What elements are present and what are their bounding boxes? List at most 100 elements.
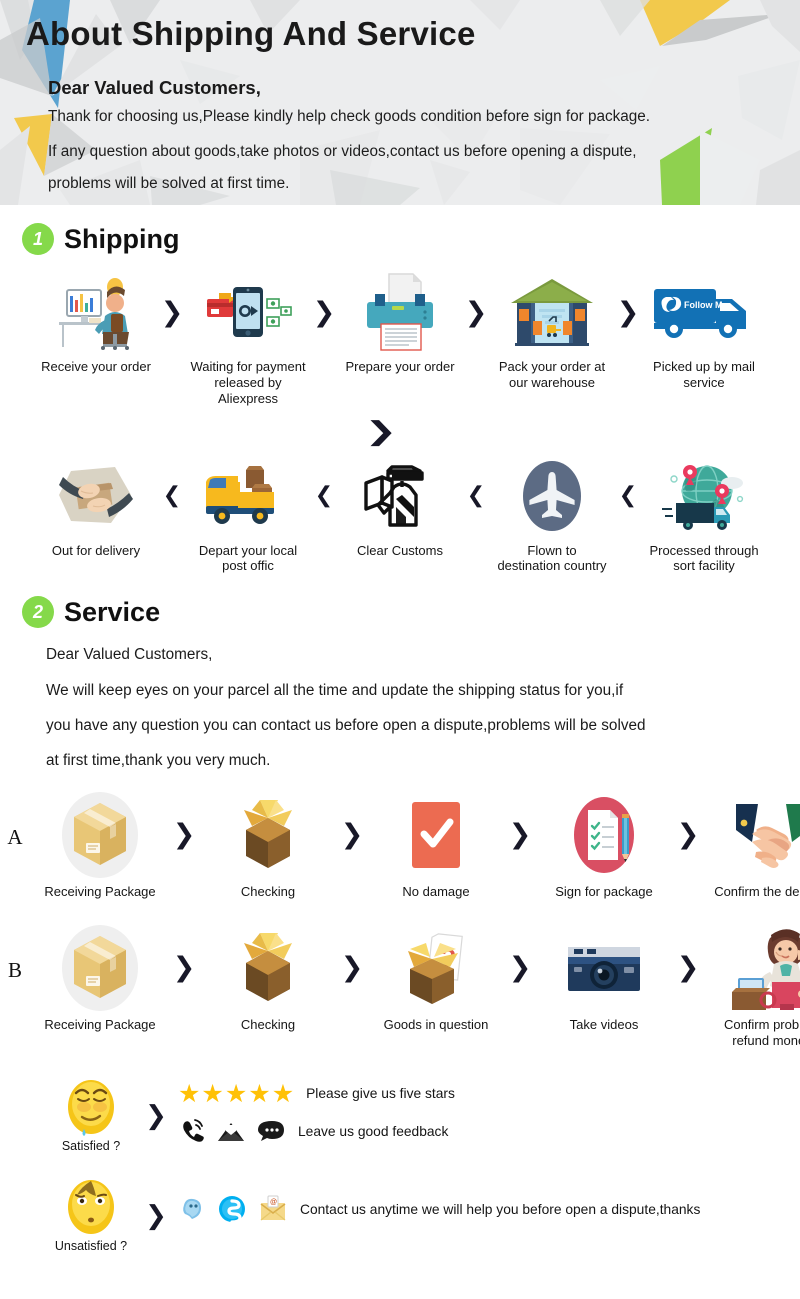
five-stars-row: ★ ★ ★ ★ ★ Please give us five stars xyxy=(178,1081,800,1106)
flow-chevron-right-icon: ❯ xyxy=(464,296,488,328)
camera-icon xyxy=(562,924,646,1012)
service-step-label: Goods in question xyxy=(383,1016,489,1032)
shipping-step-label: Picked up by mail service xyxy=(653,359,755,390)
service-step-label: Checking xyxy=(240,883,296,899)
email-at-icon[interactable]: @ xyxy=(258,1195,288,1223)
shipping-step-label: Depart your local post offic xyxy=(198,542,298,574)
contact-icon-group xyxy=(178,1118,286,1144)
warehouse-icon xyxy=(509,271,595,353)
header-paragraph-line-1: Thank for choosing us,Please kindly help… xyxy=(48,107,651,125)
airplane-icon xyxy=(513,455,591,537)
service-a-step-no-damage: No damage xyxy=(366,791,506,900)
customs-officer-icon xyxy=(362,455,438,537)
trademanager-icon[interactable] xyxy=(178,1196,206,1222)
service-paragraph-line-2: you have any question you can contact us… xyxy=(46,716,646,734)
phone-payment-icon xyxy=(203,271,293,353)
shipping-flow-row-1: Receive your order ❯ Waiting for payment… xyxy=(0,271,800,407)
shipping-step-out-for-delivery: Out for delivery xyxy=(34,455,158,559)
service-b-step-goods-in-question: ? Goods in question xyxy=(366,924,506,1033)
shipping-step-label: Waiting for payment released by Aliexpre… xyxy=(190,359,306,406)
satisfied-emoji-column: Satisfied ? xyxy=(48,1075,134,1153)
service-b-step-receiving-package: Receiving Package xyxy=(30,924,170,1033)
shipping-step-label: Pack your order at our warehouse xyxy=(498,359,606,390)
person-at-computer-icon xyxy=(53,271,139,353)
feedback-row-satisfied: Satisfied ? ❯ ★ ★ ★ ★ ★ Please give us f… xyxy=(0,1075,800,1153)
flow-chevron-right-icon: ❯ xyxy=(172,952,196,984)
section-badge-1: 1 xyxy=(22,223,54,255)
service-a-step-receiving-package: Receiving Package xyxy=(30,791,170,900)
svg-text:@: @ xyxy=(270,1199,277,1206)
flow-chevron-right-icon: ❯ xyxy=(145,1101,167,1132)
flow-chevron-left-icon: ❮ xyxy=(162,483,182,509)
flow-chevron-right-icon: ❯ xyxy=(145,1201,167,1232)
delivery-truck-follow-me-icon: Follow Me xyxy=(650,271,758,353)
service-step-label: Confirm the delivery xyxy=(714,883,800,899)
header-salutation: Dear Valued Customers, xyxy=(48,76,261,98)
star-icon[interactable]: ★ xyxy=(248,1081,270,1106)
star-icon[interactable]: ★ xyxy=(225,1081,247,1106)
shipping-step-label: Clear Customs xyxy=(357,542,443,558)
service-a-step-checking: Checking xyxy=(198,791,338,900)
shipping-step-label: Out for delivery xyxy=(51,542,141,558)
skype-icon[interactable] xyxy=(218,1195,246,1224)
header-paragraph-line-2: If any question about goods,take photos … xyxy=(48,142,637,160)
satisfied-actions: ★ ★ ★ ★ ★ Please give us five stars Leav… xyxy=(178,1075,800,1144)
service-salutation: Dear Valued Customers, xyxy=(46,646,213,664)
question-box-icon: ? xyxy=(390,924,482,1012)
service-b-step-confirm-refund: Confirm problem refund money xyxy=(702,924,800,1050)
service-a-step-sign-for-package: Sign for package xyxy=(534,791,674,900)
header-paragraph-line-3: problems will be solved at first time. xyxy=(48,174,290,192)
flow-chevron-right-icon: ❯ xyxy=(616,296,640,328)
speech-bubble-icon[interactable] xyxy=(258,1119,286,1143)
service-step-label: Checking xyxy=(240,1016,296,1032)
unsatisfied-caption: Unsatisfied ? xyxy=(54,1239,128,1254)
unsatisfied-face-icon xyxy=(68,1180,114,1235)
service-flow-row-b: B Receiving Package ❯ Checking ❯ Goods i… xyxy=(0,924,800,1050)
flow-chevron-right-icon: ❯ xyxy=(676,952,700,984)
checkmark-icon xyxy=(401,791,471,879)
flow-chevron-right-icon: ❯ xyxy=(340,952,364,984)
flow-direction-down-arrow: ❯ xyxy=(0,419,800,445)
shipping-step-label: Prepare your order xyxy=(345,359,455,374)
star-icon[interactable]: ★ xyxy=(201,1081,223,1106)
phone-ringing-icon[interactable] xyxy=(178,1118,204,1144)
service-step-label: Take videos xyxy=(569,1016,639,1032)
star-icon[interactable]: ★ xyxy=(178,1081,200,1106)
flow-chevron-right-icon: ❯ xyxy=(676,819,700,851)
shipping-step-waiting-payment: Waiting for payment released by Aliexpre… xyxy=(186,271,310,407)
satisfied-caption: Satisfied ? xyxy=(61,1139,121,1154)
service-a-step-confirm-delivery: Confirm the delivery xyxy=(702,791,800,900)
five-stars-label: Please give us five stars xyxy=(306,1086,455,1102)
open-box-icon xyxy=(226,791,310,879)
star-icon[interactable]: ★ xyxy=(272,1081,294,1106)
service-b-step-checking: Checking xyxy=(198,924,338,1033)
service-b-step-take-videos: Take videos xyxy=(534,924,674,1033)
section-title-service: Service xyxy=(64,596,161,627)
envelope-icon[interactable] xyxy=(216,1119,246,1143)
service-flow-row-a: A Receiving Package ❯ Checking ❯ No dama… xyxy=(0,791,800,900)
feedback-row-unsatisfied: Unsatisfied ? ❯ @ Contact us anytime we … xyxy=(0,1175,800,1253)
flow-chevron-right-icon: ❯ xyxy=(508,819,532,851)
package-box-icon xyxy=(50,791,150,879)
flow-chevron-right-icon: ❯ xyxy=(508,952,532,984)
shipping-step-sort-facility: Processed through sort facility xyxy=(642,455,766,575)
customer-service-agent-icon xyxy=(724,924,800,1012)
shipping-step-flown-destination: Flown to destination country xyxy=(490,455,614,575)
flow-chevron-left-icon: ❮ xyxy=(314,483,334,509)
section-title-shipping: Shipping xyxy=(64,223,180,254)
shipping-step-prepare-order: Prepare your order xyxy=(338,271,462,375)
star-rating[interactable]: ★ ★ ★ ★ ★ xyxy=(178,1081,294,1106)
flow-chevron-left-icon: ❮ xyxy=(466,483,486,509)
shipping-step-pack-warehouse: Pack your order at our warehouse xyxy=(490,271,614,391)
service-step-label: Receiving Package xyxy=(44,1016,156,1032)
service-step-label: No damage xyxy=(402,883,470,899)
good-feedback-row: Leave us good feedback xyxy=(178,1118,800,1144)
service-paragraph-line-1: We will keep eyes on your parcel all the… xyxy=(46,681,624,699)
truck-badge-label: Follow Me xyxy=(684,300,728,310)
section-heading-service: 2 Service xyxy=(0,596,800,629)
service-step-label: Receiving Package xyxy=(44,883,156,899)
unsatisfied-emoji-column: Unsatisfied ? xyxy=(48,1175,134,1253)
shipping-step-clear-customs: Clear Customs xyxy=(338,455,462,559)
shipping-step-label: Flown to destination country xyxy=(497,542,607,574)
checklist-pencil-icon xyxy=(562,791,646,879)
